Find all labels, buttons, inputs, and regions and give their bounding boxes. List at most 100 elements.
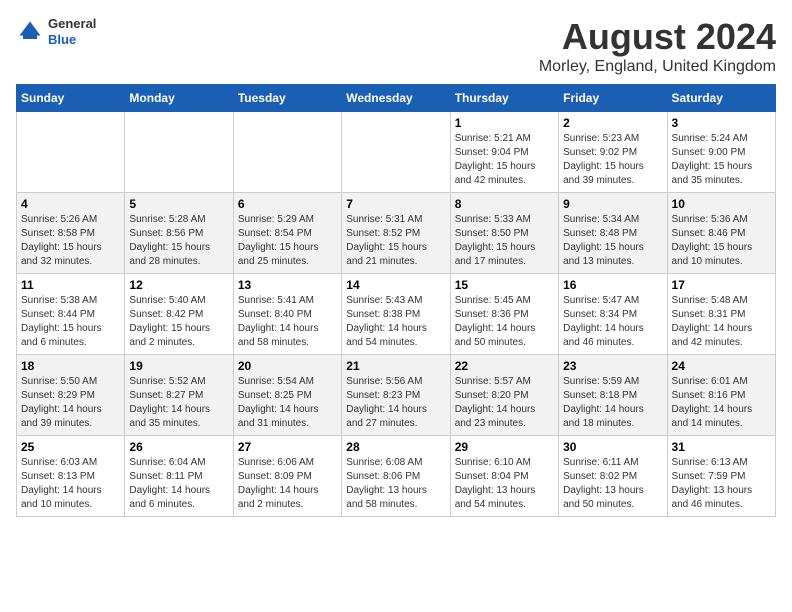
calendar-cell: 18Sunrise: 5:50 AM Sunset: 8:29 PM Dayli… bbox=[17, 355, 125, 436]
day-number: 31 bbox=[672, 440, 771, 454]
day-info: Sunrise: 5:21 AM Sunset: 9:04 PM Dayligh… bbox=[455, 132, 554, 188]
day-number: 8 bbox=[455, 197, 554, 211]
weekday-header: Thursday bbox=[450, 85, 558, 112]
day-info: Sunrise: 6:08 AM Sunset: 8:06 PM Dayligh… bbox=[346, 456, 445, 512]
day-number: 2 bbox=[563, 116, 662, 130]
calendar-cell: 3 Sunrise: 5:24 AM Sunset: 9:00 PM Daylig… bbox=[667, 112, 775, 193]
calendar-cell: 10 Sunrise: 5:36 AM Sunset: 8:46 PM Dayli… bbox=[667, 193, 775, 274]
calendar-cell: 23 Sunrise: 5:59 AM Sunset: 8:18 PM Dayli… bbox=[559, 355, 667, 436]
calendar-cell: 7Sunrise: 5:31 AM Sunset: 8:52 PM Daylig… bbox=[342, 193, 450, 274]
day-info: Sunrise: 5:26 AM Sunset: 8:58 PM Dayligh… bbox=[21, 213, 120, 269]
day-number: 23 bbox=[563, 359, 662, 373]
calendar-cell: 17Sunrise: 5:48 AM Sunset: 8:31 PM Dayli… bbox=[667, 274, 775, 355]
day-number: 9 bbox=[563, 197, 662, 211]
calendar-cell: 9 Sunrise: 5:34 AM Sunset: 8:48 PM Daylig… bbox=[559, 193, 667, 274]
day-info: Sunrise: 5:45 AM Sunset: 8:36 PM Dayligh… bbox=[455, 294, 554, 350]
logo-icon bbox=[16, 18, 44, 46]
logo: General Blue bbox=[16, 16, 96, 47]
calendar-table: SundayMondayTuesdayWednesdayThursdayFrid… bbox=[16, 84, 776, 517]
calendar-cell: 27 Sunrise: 6:06 AM Sunset: 8:09 PM Dayli… bbox=[233, 436, 341, 517]
calendar-cell: 21Sunrise: 5:56 AM Sunset: 8:23 PM Dayli… bbox=[342, 355, 450, 436]
calendar-cell: 15 Sunrise: 5:45 AM Sunset: 8:36 PM Dayli… bbox=[450, 274, 558, 355]
day-info: Sunrise: 5:57 AM Sunset: 8:20 PM Dayligh… bbox=[455, 375, 554, 431]
day-number: 6 bbox=[238, 197, 337, 211]
calendar-cell: 26Sunrise: 6:04 AM Sunset: 8:11 PM Dayli… bbox=[125, 436, 233, 517]
calendar-week-row: 1 Sunrise: 5:21 AM Sunset: 9:04 PM Daylig… bbox=[17, 112, 776, 193]
calendar-cell: 4 Sunrise: 5:26 AM Sunset: 8:58 PM Daylig… bbox=[17, 193, 125, 274]
day-number: 28 bbox=[346, 440, 445, 454]
day-info: Sunrise: 5:31 AM Sunset: 8:52 PM Dayligh… bbox=[346, 213, 445, 269]
calendar-cell: 1 Sunrise: 5:21 AM Sunset: 9:04 PM Daylig… bbox=[450, 112, 558, 193]
calendar-cell: 13 Sunrise: 5:41 AM Sunset: 8:40 PM Dayli… bbox=[233, 274, 341, 355]
day-info: Sunrise: 5:50 AM Sunset: 8:29 PM Dayligh… bbox=[21, 375, 120, 431]
calendar-cell: 22 Sunrise: 5:57 AM Sunset: 8:20 PM Dayli… bbox=[450, 355, 558, 436]
calendar-cell bbox=[125, 112, 233, 193]
weekday-header: Monday bbox=[125, 85, 233, 112]
calendar-cell bbox=[233, 112, 341, 193]
day-info: Sunrise: 6:11 AM Sunset: 8:02 PM Dayligh… bbox=[563, 456, 662, 512]
weekday-header: Friday bbox=[559, 85, 667, 112]
calendar-cell: 2 Sunrise: 5:23 AM Sunset: 9:02 PM Daylig… bbox=[559, 112, 667, 193]
day-number: 3 bbox=[672, 116, 771, 130]
day-info: Sunrise: 5:23 AM Sunset: 9:02 PM Dayligh… bbox=[563, 132, 662, 188]
calendar-cell: 5Sunrise: 5:28 AM Sunset: 8:56 PM Daylig… bbox=[125, 193, 233, 274]
day-number: 19 bbox=[129, 359, 228, 373]
day-info: Sunrise: 5:34 AM Sunset: 8:48 PM Dayligh… bbox=[563, 213, 662, 269]
calendar-header-row: SundayMondayTuesdayWednesdayThursdayFrid… bbox=[17, 85, 776, 112]
day-info: Sunrise: 6:06 AM Sunset: 8:09 PM Dayligh… bbox=[238, 456, 337, 512]
calendar-cell bbox=[342, 112, 450, 193]
calendar-cell: 28 Sunrise: 6:08 AM Sunset: 8:06 PM Dayli… bbox=[342, 436, 450, 517]
day-info: Sunrise: 5:43 AM Sunset: 8:38 PM Dayligh… bbox=[346, 294, 445, 350]
day-number: 29 bbox=[455, 440, 554, 454]
day-info: Sunrise: 5:52 AM Sunset: 8:27 PM Dayligh… bbox=[129, 375, 228, 431]
day-number: 20 bbox=[238, 359, 337, 373]
day-info: Sunrise: 5:33 AM Sunset: 8:50 PM Dayligh… bbox=[455, 213, 554, 269]
day-info: Sunrise: 5:36 AM Sunset: 8:46 PM Dayligh… bbox=[672, 213, 771, 269]
day-number: 22 bbox=[455, 359, 554, 373]
day-info: Sunrise: 6:01 AM Sunset: 8:16 PM Dayligh… bbox=[672, 375, 771, 431]
calendar-cell: 24 Sunrise: 6:01 AM Sunset: 8:16 PM Dayli… bbox=[667, 355, 775, 436]
weekday-header: Sunday bbox=[17, 85, 125, 112]
day-number: 14 bbox=[346, 278, 445, 292]
calendar-cell: 19 Sunrise: 5:52 AM Sunset: 8:27 PM Dayli… bbox=[125, 355, 233, 436]
weekday-header: Tuesday bbox=[233, 85, 341, 112]
calendar-cell bbox=[17, 112, 125, 193]
day-info: Sunrise: 5:38 AM Sunset: 8:44 PM Dayligh… bbox=[21, 294, 120, 350]
logo-general-text: General bbox=[48, 16, 96, 32]
day-number: 10 bbox=[672, 197, 771, 211]
calendar-cell: 29Sunrise: 6:10 AM Sunset: 8:04 PM Dayli… bbox=[450, 436, 558, 517]
day-number: 15 bbox=[455, 278, 554, 292]
day-info: Sunrise: 5:24 AM Sunset: 9:00 PM Dayligh… bbox=[672, 132, 771, 188]
day-number: 1 bbox=[455, 116, 554, 130]
day-number: 25 bbox=[21, 440, 120, 454]
day-info: Sunrise: 5:54 AM Sunset: 8:25 PM Dayligh… bbox=[238, 375, 337, 431]
calendar-cell: 31 Sunrise: 6:13 AM Sunset: 7:59 PM Dayli… bbox=[667, 436, 775, 517]
day-info: Sunrise: 5:41 AM Sunset: 8:40 PM Dayligh… bbox=[238, 294, 337, 350]
day-info: Sunrise: 5:56 AM Sunset: 8:23 PM Dayligh… bbox=[346, 375, 445, 431]
day-info: Sunrise: 6:13 AM Sunset: 7:59 PM Dayligh… bbox=[672, 456, 771, 512]
location-subtitle: Morley, England, United Kingdom bbox=[539, 58, 776, 76]
day-info: Sunrise: 5:48 AM Sunset: 8:31 PM Dayligh… bbox=[672, 294, 771, 350]
calendar-cell: 25 Sunrise: 6:03 AM Sunset: 8:13 PM Dayli… bbox=[17, 436, 125, 517]
weekday-header: Wednesday bbox=[342, 85, 450, 112]
title-block: August 2024 Morley, England, United King… bbox=[539, 16, 776, 76]
day-info: Sunrise: 5:59 AM Sunset: 8:18 PM Dayligh… bbox=[563, 375, 662, 431]
calendar-cell: 6Sunrise: 5:29 AM Sunset: 8:54 PM Daylig… bbox=[233, 193, 341, 274]
day-info: Sunrise: 6:04 AM Sunset: 8:11 PM Dayligh… bbox=[129, 456, 228, 512]
day-number: 13 bbox=[238, 278, 337, 292]
day-number: 24 bbox=[672, 359, 771, 373]
calendar-cell: 11 Sunrise: 5:38 AM Sunset: 8:44 PM Dayli… bbox=[17, 274, 125, 355]
page-header: General Blue August 2024 Morley, England… bbox=[16, 16, 776, 76]
calendar-cell: 8 Sunrise: 5:33 AM Sunset: 8:50 PM Daylig… bbox=[450, 193, 558, 274]
calendar-week-row: 25 Sunrise: 6:03 AM Sunset: 8:13 PM Dayli… bbox=[17, 436, 776, 517]
day-info: Sunrise: 6:03 AM Sunset: 8:13 PM Dayligh… bbox=[21, 456, 120, 512]
day-number: 11 bbox=[21, 278, 120, 292]
day-number: 4 bbox=[21, 197, 120, 211]
calendar-week-row: 4 Sunrise: 5:26 AM Sunset: 8:58 PM Daylig… bbox=[17, 193, 776, 274]
day-number: 12 bbox=[129, 278, 228, 292]
calendar-cell: 16Sunrise: 5:47 AM Sunset: 8:34 PM Dayli… bbox=[559, 274, 667, 355]
weekday-header: Saturday bbox=[667, 85, 775, 112]
calendar-cell: 12Sunrise: 5:40 AM Sunset: 8:42 PM Dayli… bbox=[125, 274, 233, 355]
day-number: 27 bbox=[238, 440, 337, 454]
day-info: Sunrise: 5:47 AM Sunset: 8:34 PM Dayligh… bbox=[563, 294, 662, 350]
